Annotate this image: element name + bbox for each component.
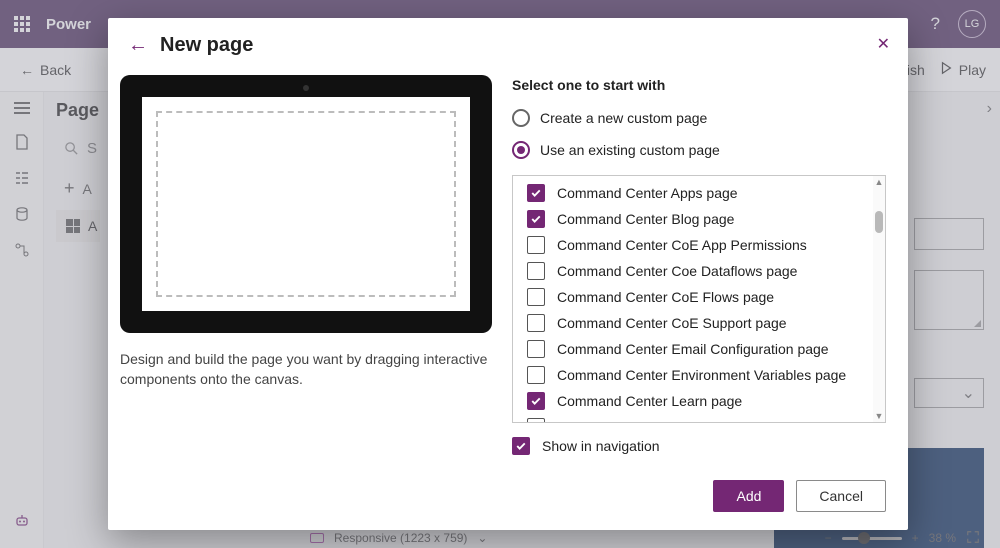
add-button[interactable]: Add — [713, 480, 784, 512]
cancel-button[interactable]: Cancel — [796, 480, 886, 512]
checkbox-icon — [527, 392, 545, 410]
list-item[interactable]: Command Center Maker Apps — [513, 414, 873, 422]
list-scrollbar[interactable]: ▲ ▼ — [873, 176, 885, 422]
dialog-footer: Add Cancel — [108, 466, 908, 530]
checkbox-icon — [527, 418, 545, 422]
checkbox-icon — [527, 210, 545, 228]
list-item[interactable]: Command Center Blog page — [513, 206, 873, 232]
list-item[interactable]: Command Center Coe Dataflows page — [513, 258, 873, 284]
list-item-label: Command Center CoE Flows page — [557, 289, 774, 305]
list-item-label: Command Center Email Configuration page — [557, 341, 829, 357]
radio-icon — [512, 141, 530, 159]
list-item-label: Command Center Coe Dataflows page — [557, 263, 797, 279]
list-item-label: Command Center CoE App Permissions — [557, 237, 807, 253]
list-item[interactable]: Command Center Environment Variables pag… — [513, 362, 873, 388]
list-item[interactable]: Command Center Apps page — [513, 180, 873, 206]
list-item[interactable]: Command Center Email Configuration page — [513, 336, 873, 362]
new-page-dialog: ← New page ✕ Design and build the page y… — [108, 18, 908, 530]
existing-pages-list: Command Center Apps page Command Center B… — [512, 175, 886, 423]
dialog-title: New page — [160, 34, 253, 57]
checkbox-icon — [527, 184, 545, 202]
close-icon[interactable]: ✕ — [877, 34, 890, 54]
list-item-label: Command Center Learn page — [557, 393, 742, 409]
list-item[interactable]: Command Center Learn page — [513, 388, 873, 414]
checkbox-icon — [527, 340, 545, 358]
scroll-down-icon[interactable]: ▼ — [873, 410, 885, 422]
checkbox-icon — [527, 262, 545, 280]
radio-use-existing[interactable]: Use an existing custom page — [512, 141, 886, 159]
list-item[interactable]: Command Center CoE Flows page — [513, 284, 873, 310]
checkbox-icon — [527, 366, 545, 384]
dialog-back-button[interactable]: ← — [128, 34, 148, 57]
list-item-label: Command Center Maker Apps — [557, 419, 745, 422]
list-item-label: Command Center CoE Support page — [557, 315, 787, 331]
list-item-label: Command Center Blog page — [557, 211, 734, 227]
scroll-thumb[interactable] — [875, 211, 883, 233]
camera-dot-icon — [303, 85, 309, 91]
dialog-caption: Design and build the page you want by dr… — [120, 349, 492, 390]
radio-create-new[interactable]: Create a new custom page — [512, 109, 886, 127]
checkbox-icon — [512, 437, 530, 455]
dialog-header: ← New page ✕ — [108, 18, 908, 69]
list-item-label: Command Center Environment Variables pag… — [557, 367, 846, 383]
checkbox-icon — [527, 236, 545, 254]
list-item[interactable]: Command Center CoE App Permissions — [513, 232, 873, 258]
select-heading: Select one to start with — [512, 77, 886, 93]
scroll-up-icon[interactable]: ▲ — [873, 176, 885, 188]
device-preview — [120, 75, 492, 333]
show-in-nav-checkbox[interactable]: Show in navigation — [512, 437, 886, 455]
list-item-label: Command Center Apps page — [557, 185, 738, 201]
radio-use-existing-label: Use an existing custom page — [540, 142, 720, 158]
checkbox-icon — [527, 288, 545, 306]
radio-icon — [512, 109, 530, 127]
list-item[interactable]: Command Center CoE Support page — [513, 310, 873, 336]
show-in-nav-label: Show in navigation — [542, 438, 660, 454]
radio-create-new-label: Create a new custom page — [540, 110, 707, 126]
checkbox-icon — [527, 314, 545, 332]
